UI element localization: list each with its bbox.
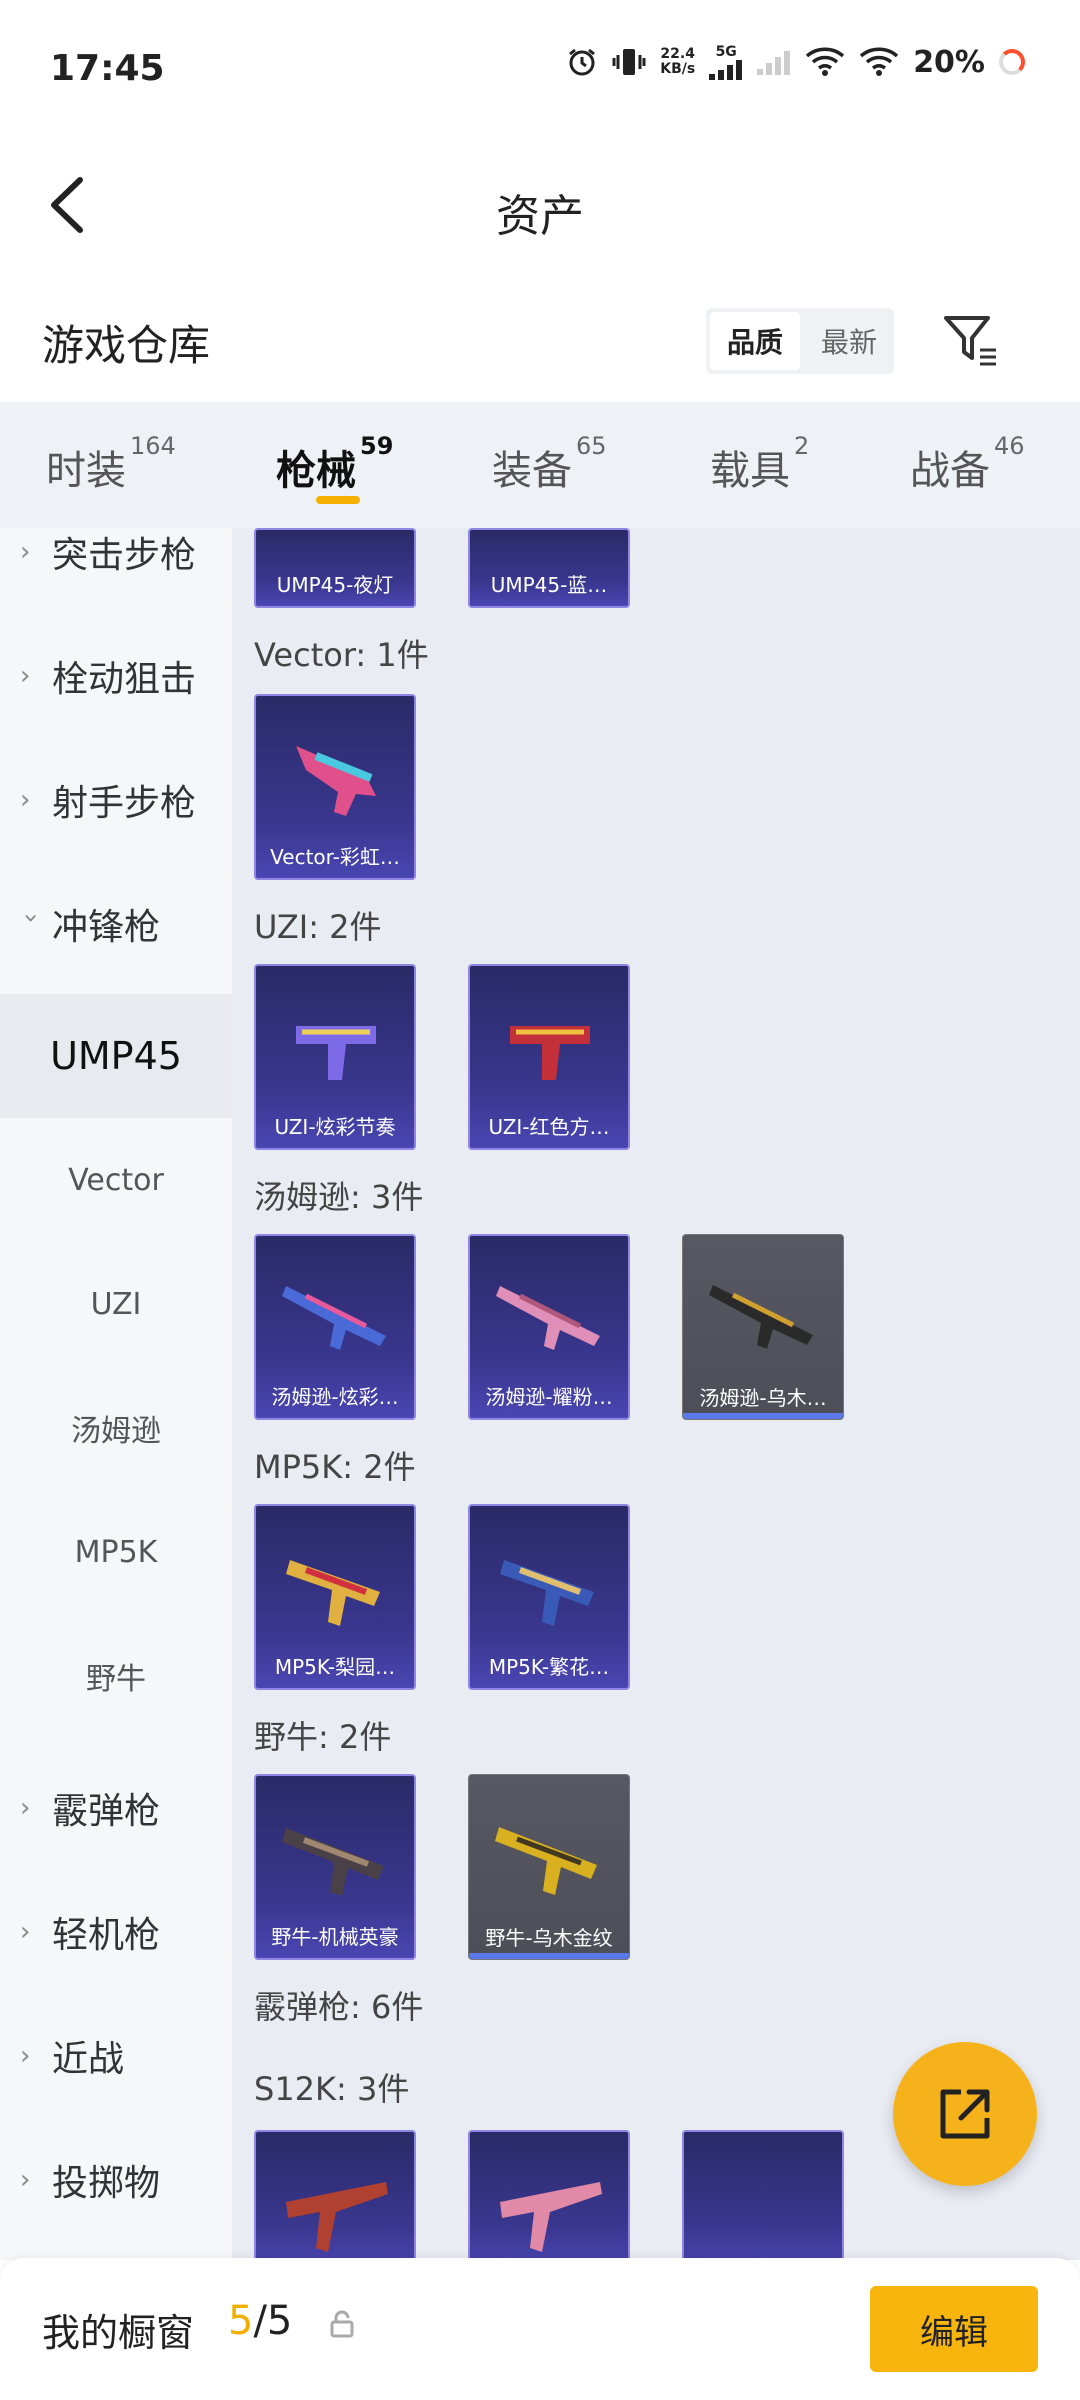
vibrate-icon <box>612 49 646 75</box>
sort-newest-button[interactable]: 最新 <box>804 308 894 374</box>
group-title-mp5k: MP5K: 2件 <box>254 1448 416 1486</box>
showcase-bar: 我的橱窗 5/5 编辑 <box>0 2258 1080 2400</box>
battery-text: 20% <box>913 44 985 80</box>
group-title-vector: Vector: 1件 <box>254 636 429 674</box>
warehouse-header: 游戏仓库 品质 最新 <box>0 290 1080 400</box>
tab-vehicles[interactable]: 载具2 <box>710 432 809 496</box>
battery-icon <box>999 49 1025 75</box>
sidebar-item-smg[interactable]: › 冲锋枪 <box>0 862 232 986</box>
edit-button[interactable]: 编辑 <box>870 2286 1038 2372</box>
weapon-thumbnail <box>296 746 376 816</box>
sidebar-item-assault-rifle[interactable]: › 突击步枪 <box>0 528 232 614</box>
sidebar-item-throwable[interactable]: › 投掷物 <box>0 2118 232 2242</box>
weapon-thumbnail <box>500 1560 594 1626</box>
weapon-thumbnail <box>286 2182 388 2252</box>
sidebar-item-shotgun[interactable]: › 霰弹枪 <box>0 1746 232 1870</box>
showcase-label: 我的橱窗 <box>42 2311 195 2355</box>
chevron-right-icon: › <box>20 537 31 567</box>
skin-card[interactable]: 汤姆逊-耀粉… <box>468 1234 630 1420</box>
skin-card[interactable]: Vector-彩虹… <box>254 694 416 880</box>
sidebar-sub-ump45[interactable]: UMP45 <box>0 994 232 1118</box>
skin-card[interactable] <box>254 2130 416 2260</box>
sort-quality-button[interactable]: 品质 <box>710 312 800 370</box>
chevron-right-icon: › <box>20 2041 31 2071</box>
tab-equipment[interactable]: 装备65 <box>492 432 607 496</box>
skin-card[interactable]: UMP45-夜灯 <box>254 528 416 608</box>
wifi-icon <box>806 47 845 76</box>
skin-card[interactable]: 汤姆逊-乌木… <box>682 1234 844 1420</box>
weapon-thumbnail <box>510 1026 590 1080</box>
filter-icon[interactable] <box>942 312 1000 370</box>
chevron-right-icon: › <box>20 1793 31 1823</box>
chevron-right-icon: › <box>20 1917 31 1947</box>
weapon-thumbnail <box>500 2182 602 2252</box>
page-title: 资产 <box>496 191 584 242</box>
wifi-icon-2 <box>860 47 899 76</box>
skin-card[interactable]: UZI-炫彩节奏 <box>254 964 416 1150</box>
share-fab-button[interactable] <box>893 2042 1037 2186</box>
sidebar-item-marksman[interactable]: › 射手步枪 <box>0 738 232 862</box>
chevron-right-icon: › <box>20 661 31 691</box>
signal-icon <box>709 60 743 80</box>
group-title-uzi: UZI: 2件 <box>254 908 382 946</box>
signal-empty-icon <box>757 51 791 75</box>
status-bar: 17:45 22.4 KB/s 5G 20% <box>0 0 1080 140</box>
skin-card[interactable] <box>468 2130 630 2260</box>
sidebar-sub-mp5k[interactable]: MP5K <box>0 1490 232 1614</box>
alarm-icon <box>569 48 596 76</box>
group-title-shotgun: 霰弹枪: 6件 <box>254 1988 424 2026</box>
sidebar-sub-uzi[interactable]: UZI <box>0 1242 232 1366</box>
weapon-thumbnail <box>282 1828 384 1896</box>
skin-card[interactable]: UZI-红色方… <box>468 964 630 1150</box>
skin-card[interactable]: 野牛-机械英豪 <box>254 1774 416 1960</box>
tab-fashion[interactable]: 时装164 <box>46 432 176 496</box>
weapon-thumbnail <box>496 1286 600 1350</box>
weapon-thumbnail <box>282 1286 386 1350</box>
status-icons: 22.4 KB/s 5G 20% <box>566 44 1025 80</box>
chevron-right-icon: › <box>20 785 31 815</box>
share-out-icon <box>940 2089 990 2139</box>
sidebar-sub-bison[interactable]: 野牛 <box>0 1614 232 1738</box>
skin-card[interactable]: 野牛-乌木金纹 <box>468 1774 630 1960</box>
skin-card[interactable]: UMP45-蓝… <box>468 528 630 608</box>
weapon-thumbnail <box>286 1560 380 1626</box>
weapon-thumbnail <box>495 1827 597 1895</box>
status-time: 17:45 <box>50 48 165 89</box>
group-title-bison: 野牛: 2件 <box>254 1718 392 1756</box>
category-tabs: 时装164 枪械59 装备65 载具2 战备46 <box>0 402 1080 528</box>
signal-5g: 5G <box>709 44 743 80</box>
sidebar-item-melee[interactable]: › 近战 <box>0 1994 232 2118</box>
warehouse-title: 游戏仓库 <box>42 321 211 370</box>
active-tab-indicator <box>316 496 360 504</box>
skin-grid: UMP45-夜灯 UMP45-蓝… Vector: 1件 Vector-彩虹… … <box>232 528 1080 2260</box>
weapon-thumbnail <box>709 1285 813 1349</box>
skin-card[interactable] <box>682 2130 844 2260</box>
skin-card[interactable]: MP5K-梨园… <box>254 1504 416 1690</box>
chevron-down-icon: › <box>16 913 46 924</box>
showcase-count: 5/5 <box>228 2298 293 2344</box>
group-title-s12k: S12K: 3件 <box>254 2070 410 2108</box>
sidebar-sub-thompson[interactable]: 汤姆逊 <box>0 1366 232 1490</box>
net-speed: 22.4 KB/s <box>660 46 696 77</box>
app-header: 资产 <box>0 140 1080 270</box>
skin-card[interactable]: 汤姆逊-炫彩… <box>254 1234 416 1420</box>
sidebar-sub-vector[interactable]: Vector <box>0 1118 232 1242</box>
sort-toggle: 品质 最新 <box>706 308 894 374</box>
sidebar-item-lmg[interactable]: › 轻机枪 <box>0 1870 232 1994</box>
tab-firearms[interactable]: 枪械59 <box>276 432 393 496</box>
tab-supplies[interactable]: 战备46 <box>910 432 1025 496</box>
weapon-category-sidebar: › 突击步枪 › 栓动狙击 › 射手步枪 › 冲锋枪 UMP45 Vector UZI … <box>0 528 232 2260</box>
weapon-thumbnail <box>296 1026 376 1080</box>
sidebar-item-bolt-sniper[interactable]: › 栓动狙击 <box>0 614 232 738</box>
lock-icon <box>330 2310 354 2338</box>
skin-card[interactable]: MP5K-繁花… <box>468 1504 630 1690</box>
group-title-thompson: 汤姆逊: 3件 <box>254 1178 424 1216</box>
chevron-right-icon: › <box>20 2165 31 2195</box>
